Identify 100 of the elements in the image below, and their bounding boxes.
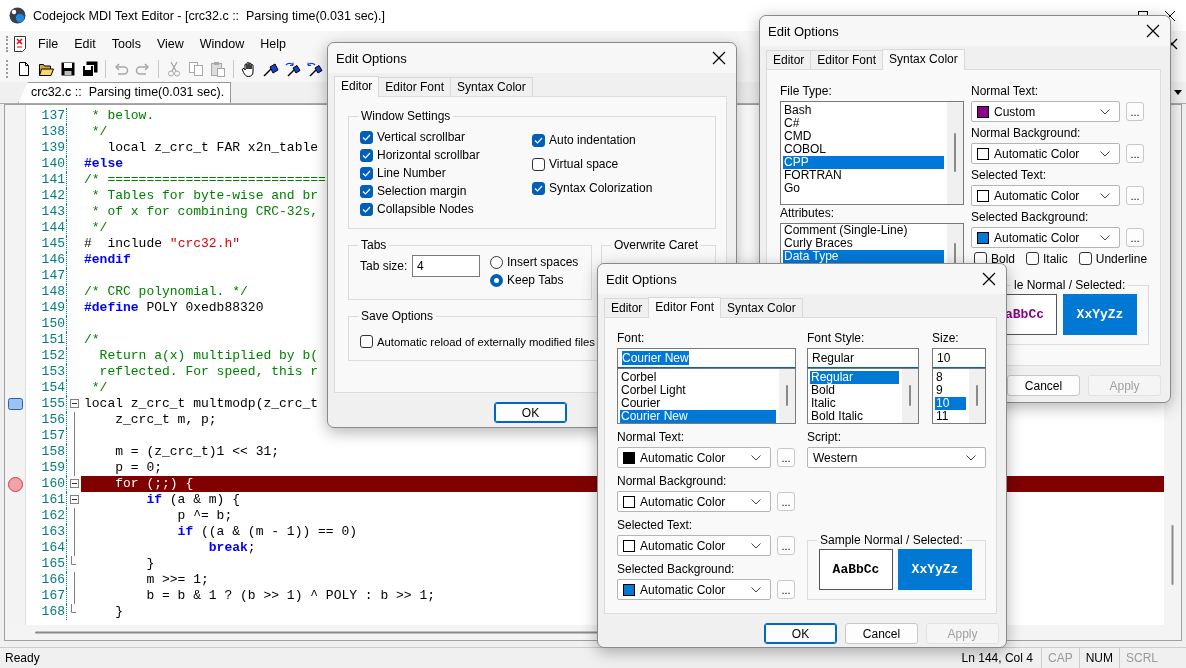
floppy-icon[interactable] xyxy=(60,61,76,77)
list-item[interactable]: Curly Braces xyxy=(783,237,944,250)
key-indicator: SCRL xyxy=(1119,648,1164,668)
flag-arrow-icon[interactable] xyxy=(285,61,301,77)
tab[interactable]: Editor xyxy=(334,76,380,97)
browse-button[interactable]: ... xyxy=(777,536,795,555)
tab[interactable]: Syntax Color xyxy=(720,298,803,317)
hand-icon[interactable] xyxy=(241,61,257,77)
tab[interactable]: Editor xyxy=(766,50,812,69)
cancel-button[interactable]: Cancel xyxy=(1007,375,1080,396)
checkbox[interactable]: Vertical scrollbar xyxy=(360,128,532,146)
cancel-button[interactable]: Cancel xyxy=(845,623,918,644)
menu-item[interactable]: View xyxy=(148,36,192,51)
text-field[interactable]: 4 xyxy=(412,255,480,277)
browse-button[interactable]: ... xyxy=(1126,228,1144,247)
list-item[interactable]: Regular xyxy=(810,371,899,384)
caret-icon[interactable] xyxy=(1174,90,1182,95)
color-dropdown[interactable]: Automatic Color xyxy=(971,185,1120,206)
radio-button[interactable]: Keep Tabs xyxy=(490,273,579,287)
text-field[interactable]: 10 xyxy=(932,348,986,368)
checkbox[interactable]: Collapsible Nodes xyxy=(360,200,532,218)
browse-button[interactable]: ... xyxy=(1126,186,1144,205)
ok-button[interactable]: OK xyxy=(764,623,837,644)
list-item[interactable]: Bash xyxy=(783,104,944,117)
list-item[interactable]: Courier xyxy=(620,397,776,410)
menu-item[interactable]: Window xyxy=(191,36,253,51)
checkbox[interactable]: Italic xyxy=(1026,252,1068,265)
menu-item[interactable]: Tools xyxy=(103,36,149,51)
tab[interactable]: Editor xyxy=(604,298,650,317)
checkbox[interactable]: Virtual space xyxy=(532,152,705,176)
line-number: 162 xyxy=(40,508,66,524)
browse-button[interactable]: ... xyxy=(777,580,795,599)
collapse-icon[interactable] xyxy=(69,479,79,488)
color-dropdown[interactable]: Automatic Color xyxy=(617,491,771,512)
browse-button[interactable]: ... xyxy=(1126,144,1144,163)
menu-item[interactable]: Help xyxy=(252,36,294,51)
list-item[interactable]: Italic xyxy=(810,397,899,410)
color-dropdown[interactable]: Custom xyxy=(971,101,1120,122)
code-line: local z_crc_t multmodp(z_crc_t xyxy=(83,396,319,412)
color-dropdown[interactable]: Automatic Color xyxy=(971,227,1120,248)
code-line: #endif xyxy=(83,252,131,268)
list-item[interactable]: COBOL xyxy=(783,143,944,156)
list-item[interactable]: Corbel xyxy=(620,371,776,384)
list-item[interactable]: C# xyxy=(783,117,944,130)
scrollbar[interactable] xyxy=(902,369,918,423)
code-line: reflected. For speed, this r xyxy=(98,364,319,380)
list-item[interactable]: 11 xyxy=(935,410,966,423)
list-item[interactable]: 9 xyxy=(935,384,966,397)
color-dropdown[interactable]: Automatic Color xyxy=(617,535,771,556)
tab[interactable]: Syntax Color xyxy=(450,77,533,96)
dropdown[interactable]: Western xyxy=(807,447,986,468)
line-number: 153 xyxy=(40,364,66,380)
folder-icon[interactable] xyxy=(38,61,54,77)
code-line: * below. xyxy=(90,108,155,124)
flag-icon[interactable] xyxy=(263,61,279,77)
ok-button[interactable]: OK xyxy=(494,402,567,423)
field-label: Selected Text: xyxy=(617,518,694,532)
checkbox[interactable]: Horizontal scrollbar xyxy=(360,146,532,164)
radio-button[interactable]: Insert spaces xyxy=(490,255,579,269)
list-item[interactable]: FORTRAN xyxy=(783,169,944,182)
close-icon[interactable] xyxy=(1146,24,1160,38)
text-field[interactable]: Regular xyxy=(807,348,919,368)
list-item[interactable]: Corbel Light xyxy=(620,384,776,397)
browse-button[interactable]: ... xyxy=(777,492,795,511)
flag-arrow-icon[interactable] xyxy=(307,61,323,77)
scrollbar[interactable] xyxy=(947,102,963,204)
menu-item[interactable]: File xyxy=(30,36,67,51)
list-item[interactable]: CPP xyxy=(783,156,944,169)
color-dropdown[interactable]: Automatic Color xyxy=(617,447,771,468)
checkbox[interactable]: Underline xyxy=(1078,252,1148,265)
close-icon[interactable] xyxy=(982,272,996,286)
checkbox[interactable]: Line Number xyxy=(360,164,532,182)
browse-button[interactable]: ... xyxy=(1126,102,1144,121)
list-item[interactable]: Courier New xyxy=(620,410,776,423)
list-item[interactable]: Bold Italic xyxy=(810,410,899,423)
checkbox[interactable]: Auto indentation xyxy=(532,128,705,152)
tab[interactable]: Syntax Color xyxy=(882,49,965,70)
browse-button[interactable]: ... xyxy=(777,448,795,467)
list-item[interactable]: 8 xyxy=(935,371,966,384)
list-item[interactable]: Go xyxy=(783,182,944,195)
list-item[interactable]: CMD xyxy=(783,130,944,143)
document-tab[interactable]: crc32.c :: Parsing time(0.031 sec). xyxy=(18,82,232,103)
color-dropdown[interactable]: Automatic Color xyxy=(617,579,771,600)
page-icon[interactable] xyxy=(16,61,32,77)
collapse-icon[interactable] xyxy=(69,399,79,408)
menu-item[interactable]: Edit xyxy=(66,36,104,51)
tab[interactable]: Editor Font xyxy=(648,297,722,318)
list-item[interactable]: Comment (Single-Line) xyxy=(783,224,944,237)
floppies-icon[interactable] xyxy=(82,61,98,77)
color-dropdown[interactable]: Automatic Color xyxy=(971,143,1120,164)
close-icon[interactable] xyxy=(712,51,726,65)
list-item[interactable]: Data Type xyxy=(783,250,944,263)
scrollbar[interactable] xyxy=(969,369,985,423)
checkbox[interactable]: Selection margin xyxy=(360,182,532,200)
scrollbar[interactable] xyxy=(779,369,795,423)
list-item[interactable]: 10 xyxy=(935,397,966,410)
collapse-icon[interactable] xyxy=(69,495,79,504)
text-field[interactable]: Courier New xyxy=(617,348,796,368)
checkbox[interactable]: Syntax Colorization xyxy=(532,176,705,200)
list-item[interactable]: Bold xyxy=(810,384,899,397)
